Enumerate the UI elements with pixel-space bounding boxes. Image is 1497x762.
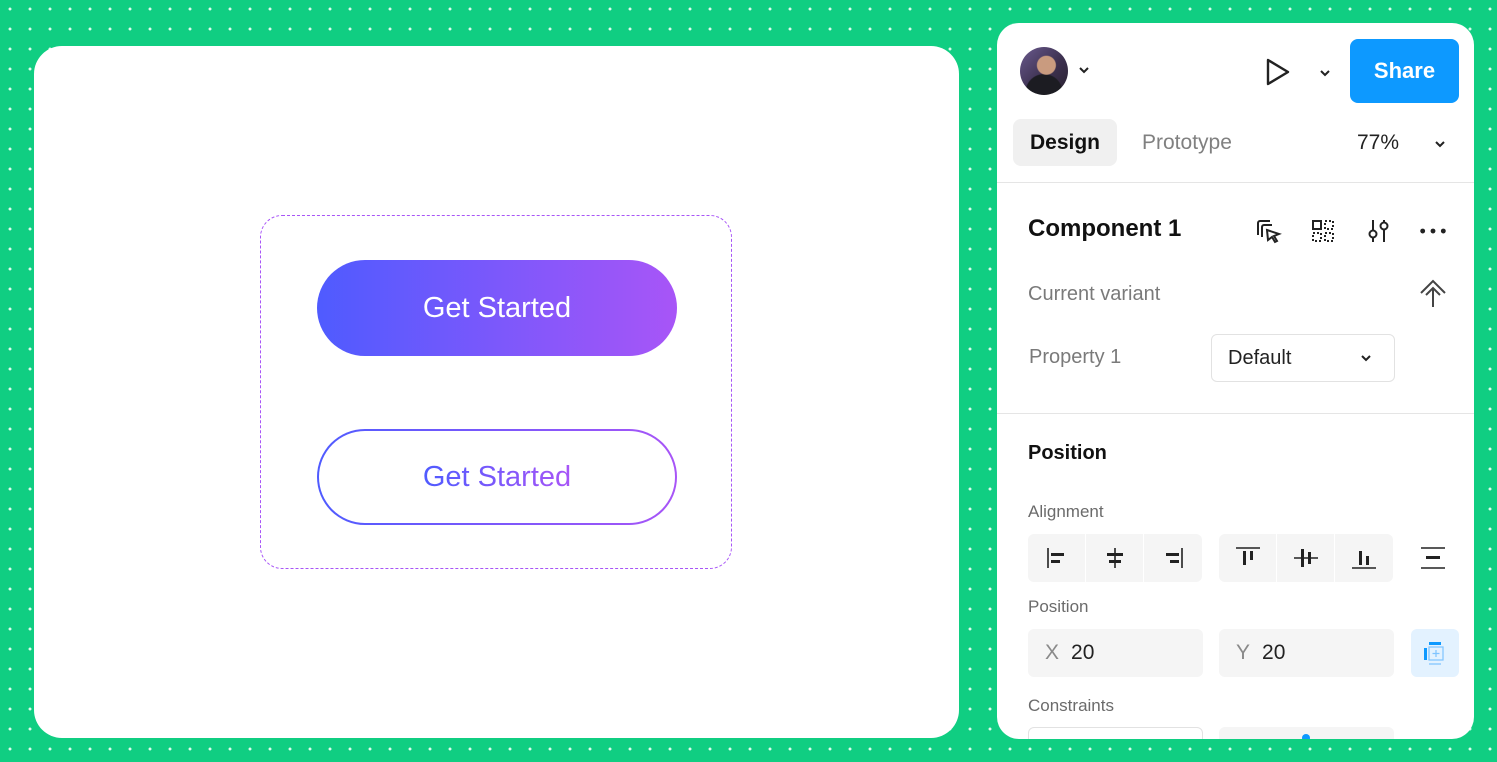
constraints-label: Constraints bbox=[1028, 696, 1114, 715]
component-title: Component 1 bbox=[1028, 215, 1182, 242]
share-button[interactable]: Share bbox=[1350, 39, 1459, 103]
push-changes-icon[interactable] bbox=[1418, 279, 1448, 309]
play-icon[interactable] bbox=[1264, 57, 1292, 92]
align-left-icon[interactable] bbox=[1028, 534, 1086, 582]
distribute-icon[interactable] bbox=[1418, 543, 1448, 573]
adjust-icon[interactable] bbox=[1363, 216, 1393, 246]
tab-prototype[interactable]: Prototype bbox=[1142, 119, 1232, 166]
design-canvas[interactable]: Get Started Get Started bbox=[34, 46, 959, 738]
divider bbox=[997, 182, 1474, 183]
zoom-level[interactable]: 77% bbox=[1357, 119, 1399, 166]
outline-button-body: Get Started bbox=[318, 430, 676, 524]
align-vertical-center-icon[interactable] bbox=[1277, 534, 1335, 582]
constraints-vertical-select[interactable] bbox=[1219, 727, 1394, 739]
x-axis-label: X bbox=[1045, 641, 1060, 664]
constraint-indicator bbox=[1302, 734, 1310, 739]
chevron-down-icon[interactable] bbox=[1434, 137, 1446, 155]
current-variant-label: Current variant bbox=[1028, 283, 1161, 305]
position-section-title: Position bbox=[1028, 442, 1107, 464]
more-icon[interactable] bbox=[1418, 216, 1448, 246]
chevron-down-icon[interactable] bbox=[1078, 64, 1090, 79]
y-axis-label: Y bbox=[1236, 641, 1251, 664]
align-right-icon[interactable] bbox=[1144, 534, 1202, 582]
get-started-outline-button[interactable]: Get Started bbox=[317, 429, 677, 525]
align-horizontal-center-icon[interactable] bbox=[1086, 534, 1144, 582]
button-label: Get Started bbox=[422, 460, 572, 493]
get-started-filled-button[interactable]: Get Started bbox=[317, 260, 677, 356]
alignment-label: Alignment bbox=[1028, 502, 1104, 521]
x-position-field[interactable]: X 20 bbox=[1028, 629, 1203, 677]
constraints-horizontal-select[interactable] bbox=[1028, 727, 1203, 739]
horizontal-align-group bbox=[1028, 534, 1202, 582]
align-top-icon[interactable] bbox=[1219, 534, 1277, 582]
chevron-down-icon bbox=[1360, 347, 1372, 370]
divider bbox=[997, 413, 1474, 414]
button-label: Get Started bbox=[422, 291, 572, 324]
component-grid-icon[interactable] bbox=[1308, 216, 1338, 246]
constraints-toggle-icon[interactable] bbox=[1411, 629, 1459, 677]
user-avatar[interactable] bbox=[1020, 47, 1068, 95]
property-1-value: Default bbox=[1228, 346, 1292, 369]
property-1-select[interactable]: Default bbox=[1211, 334, 1395, 382]
position-label: Position bbox=[1028, 597, 1089, 616]
property-1-label: Property 1 bbox=[1029, 346, 1122, 368]
y-value: 20 bbox=[1262, 641, 1286, 664]
select-matching-icon[interactable] bbox=[1253, 216, 1283, 246]
tab-design[interactable]: Design bbox=[1013, 119, 1117, 166]
x-value: 20 bbox=[1071, 641, 1095, 664]
component-set-frame[interactable]: Get Started Get Started bbox=[260, 215, 732, 569]
vertical-align-group bbox=[1219, 534, 1393, 582]
properties-panel: Share Design Prototype 77% Component 1 C… bbox=[997, 23, 1474, 739]
chevron-down-icon[interactable] bbox=[1319, 66, 1331, 84]
y-position-field[interactable]: Y 20 bbox=[1219, 629, 1394, 677]
align-bottom-icon[interactable] bbox=[1335, 534, 1393, 582]
